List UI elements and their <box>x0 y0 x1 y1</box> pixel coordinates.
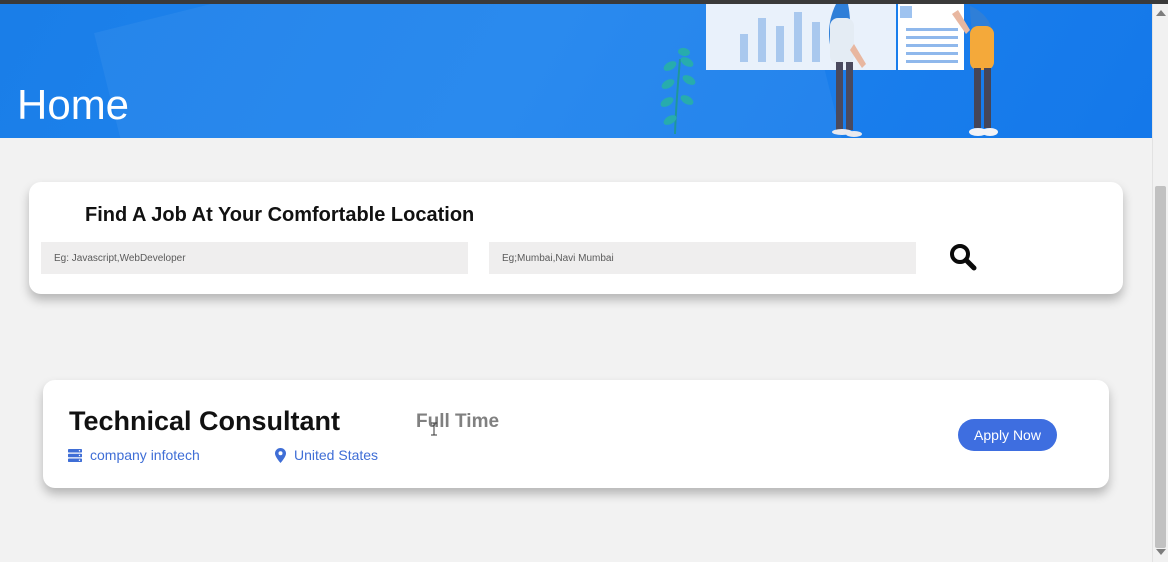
map-pin-icon <box>275 447 286 463</box>
page-title: Home <box>17 81 130 128</box>
job-search-card: Find A Job At Your Comfortable Location <box>29 182 1123 294</box>
server-icon <box>68 448 82 462</box>
search-button[interactable] <box>943 240 983 276</box>
scroll-thumb[interactable] <box>1155 186 1166 548</box>
company-info: company infotech <box>68 447 200 463</box>
location-search-input[interactable] <box>489 242 916 274</box>
search-icon <box>950 243 977 270</box>
scroll-up-arrow-icon[interactable] <box>1156 10 1166 16</box>
location-info: United States <box>275 447 378 463</box>
text-cursor-icon <box>431 422 437 436</box>
company-name: company infotech <box>90 447 200 463</box>
job-location: United States <box>294 447 379 463</box>
page-scrollbar[interactable] <box>1152 4 1168 562</box>
search-heading: Find A Job At Your Comfortable Location <box>85 204 475 226</box>
job-title: Technical Consultant <box>69 406 341 436</box>
keyword-search-input[interactable] <box>41 242 468 274</box>
apply-now-button[interactable]: Apply Now <box>958 419 1057 451</box>
hero-illustration <box>660 4 998 137</box>
scroll-down-arrow-icon[interactable] <box>1156 549 1166 555</box>
job-listing-card: Technical Consultant Full Time company i… <box>43 380 1109 488</box>
hero-banner: Home <box>0 4 1152 138</box>
job-type-label: Full Time <box>416 411 500 432</box>
